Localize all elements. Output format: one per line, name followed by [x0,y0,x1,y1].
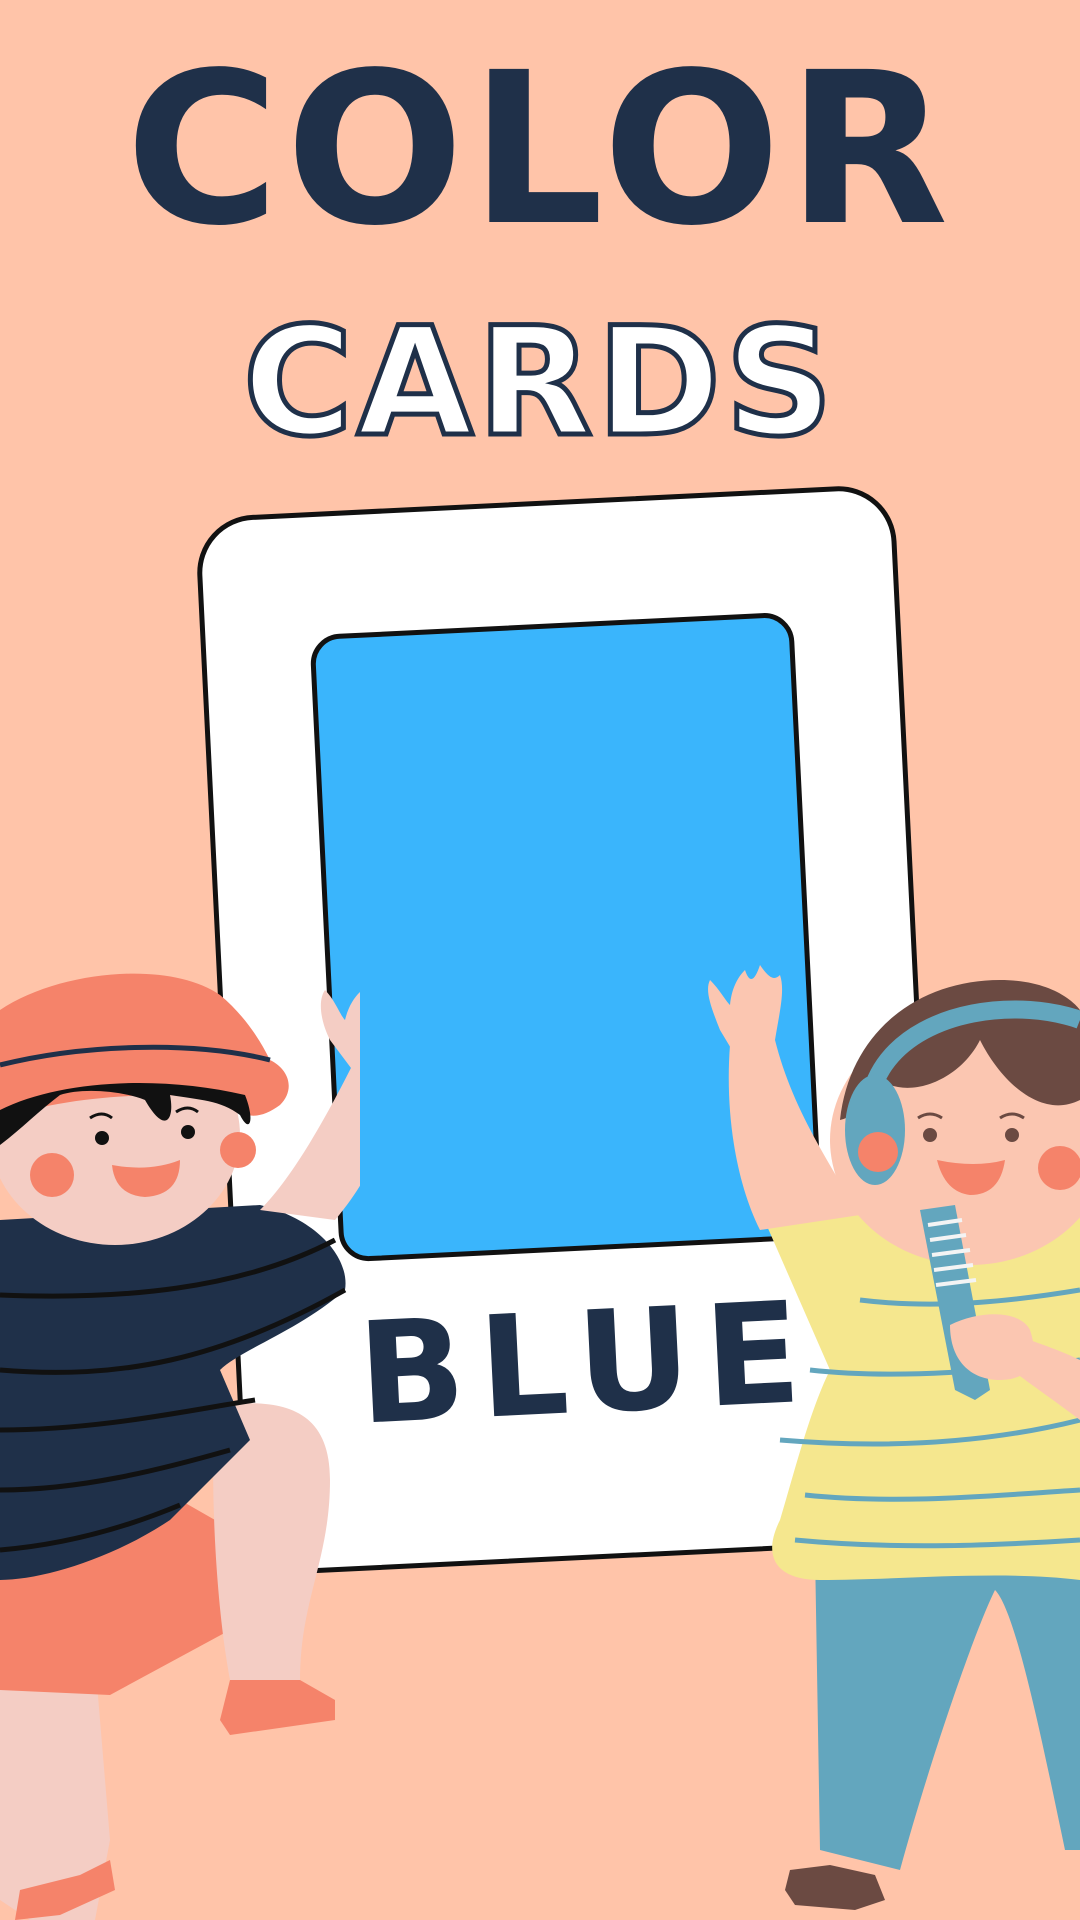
page-title: COLOR [125,27,955,272]
kid-with-headphones-illustration [700,950,1080,1920]
page-subtitle: CARDS [240,296,838,470]
kid-with-hat-illustration [0,960,360,1920]
